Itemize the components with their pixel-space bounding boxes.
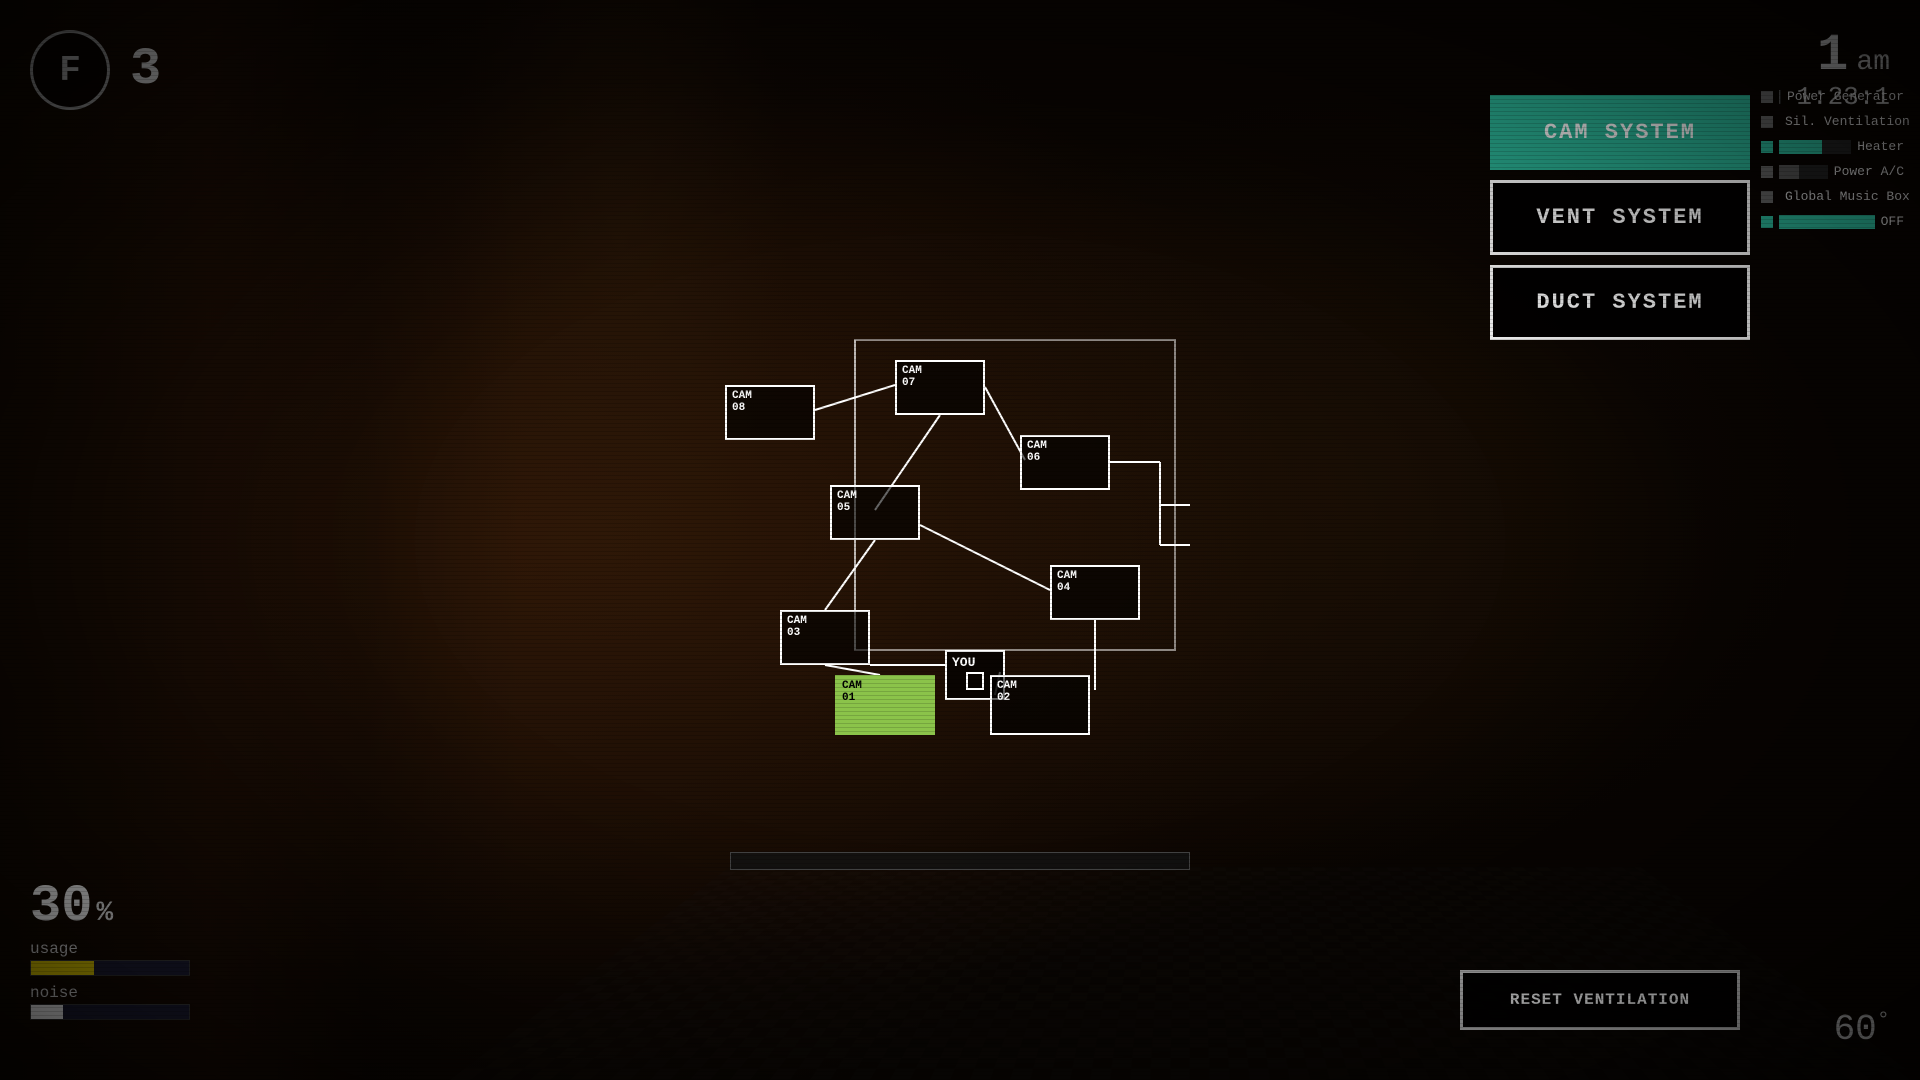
night-number: 3: [130, 40, 161, 99]
duct-system-button[interactable]: DUCT SYSTEM: [1490, 265, 1750, 340]
cam-07-label: CAM07: [902, 365, 922, 389]
freddy-icon: F: [30, 30, 110, 110]
cam-04-node[interactable]: CAM04: [1050, 565, 1140, 620]
time-period: am: [1856, 47, 1890, 78]
you-label: YOU: [952, 655, 975, 670]
power-gen-dot: [1761, 91, 1773, 103]
power-symbol: %: [96, 898, 113, 929]
system-buttons-panel: CAM SYSTEM VENT SYSTEM DUCT SYSTEM: [1490, 95, 1750, 340]
temperature-display: 60°: [1834, 1008, 1890, 1050]
cam-08-label: CAM08: [732, 390, 752, 414]
heater-bar: [1779, 140, 1851, 154]
cam-01-node[interactable]: CAM01: [835, 675, 935, 735]
power-percentage: 30: [30, 877, 92, 936]
reset-ventilation-button[interactable]: RESET VENTILATION: [1460, 970, 1740, 1030]
sil-ventilation-item: Sil. Ventilation: [1755, 110, 1910, 133]
cam-03-label: CAM03: [787, 615, 807, 639]
cam-08-node[interactable]: CAM08: [725, 385, 815, 440]
cam-03-node[interactable]: CAM03: [780, 610, 870, 665]
noise-bar-track: [30, 1004, 190, 1020]
noise-label: noise: [30, 984, 190, 1002]
power-gen-fill: [1779, 90, 1780, 104]
camera-map: CAM08 CAM07 CAM06 CAM05 CAM04 CAM03 CAM0…: [680, 330, 1220, 810]
off-label: OFF: [1881, 214, 1904, 229]
cam-04-label: CAM04: [1057, 570, 1077, 594]
power-gen-bar: [1779, 90, 1781, 104]
cam-01-label: CAM01: [842, 680, 862, 704]
power-ac-item: Power A/C: [1755, 160, 1910, 183]
music-box-label: Global Music Box: [1785, 189, 1910, 204]
power-ac-label: Power A/C: [1834, 164, 1904, 179]
heater-item: Heater: [1755, 135, 1910, 158]
cam-06-node[interactable]: CAM06: [1020, 435, 1110, 490]
time-hour: 1: [1817, 30, 1848, 82]
cam-05-node[interactable]: CAM05: [830, 485, 920, 540]
cam-05-label: CAM05: [837, 490, 857, 514]
music-box-dot: [1761, 191, 1773, 203]
bottom-left-panel: 30 % usage noise: [30, 877, 190, 1020]
off-bar: [1779, 215, 1875, 229]
usage-label: usage: [30, 940, 190, 958]
temp-symbol: °: [1877, 1008, 1890, 1033]
sil-vent-dot: [1761, 116, 1773, 128]
power-ac-dot: [1761, 166, 1773, 178]
heater-label: Heater: [1857, 139, 1904, 154]
power-ac-bar: [1779, 165, 1828, 179]
cam-system-button[interactable]: CAM SYSTEM: [1490, 95, 1750, 170]
freddy-letter: F: [59, 50, 81, 91]
cam-02-label: CAM02: [997, 680, 1017, 704]
power-ac-fill: [1779, 165, 1799, 179]
off-dot: [1761, 216, 1773, 228]
cam-02-node[interactable]: CAM02: [990, 675, 1090, 735]
heater-dot: [1761, 141, 1773, 153]
noise-bar-fill: [31, 1005, 63, 1019]
power-gen-label: Power Generator: [1787, 89, 1904, 104]
off-fill: [1779, 215, 1875, 229]
map-scrollbar[interactable]: [730, 852, 1190, 870]
power-panel: Power Generator Sil. Ventilation Heater …: [1755, 85, 1910, 233]
heater-fill: [1779, 140, 1822, 154]
usage-bar-track: [30, 960, 190, 976]
cam-07-node[interactable]: CAM07: [895, 360, 985, 415]
vent-system-button[interactable]: VENT SYSTEM: [1490, 180, 1750, 255]
cam-06-label: CAM06: [1027, 440, 1047, 464]
music-box-item: Global Music Box: [1755, 185, 1910, 208]
usage-bar-fill: [31, 961, 94, 975]
power-generator-item: Power Generator: [1755, 85, 1910, 108]
temp-value: 60: [1834, 1009, 1877, 1050]
sil-vent-label: Sil. Ventilation: [1785, 114, 1910, 129]
off-toggle-item[interactable]: OFF: [1755, 210, 1910, 233]
